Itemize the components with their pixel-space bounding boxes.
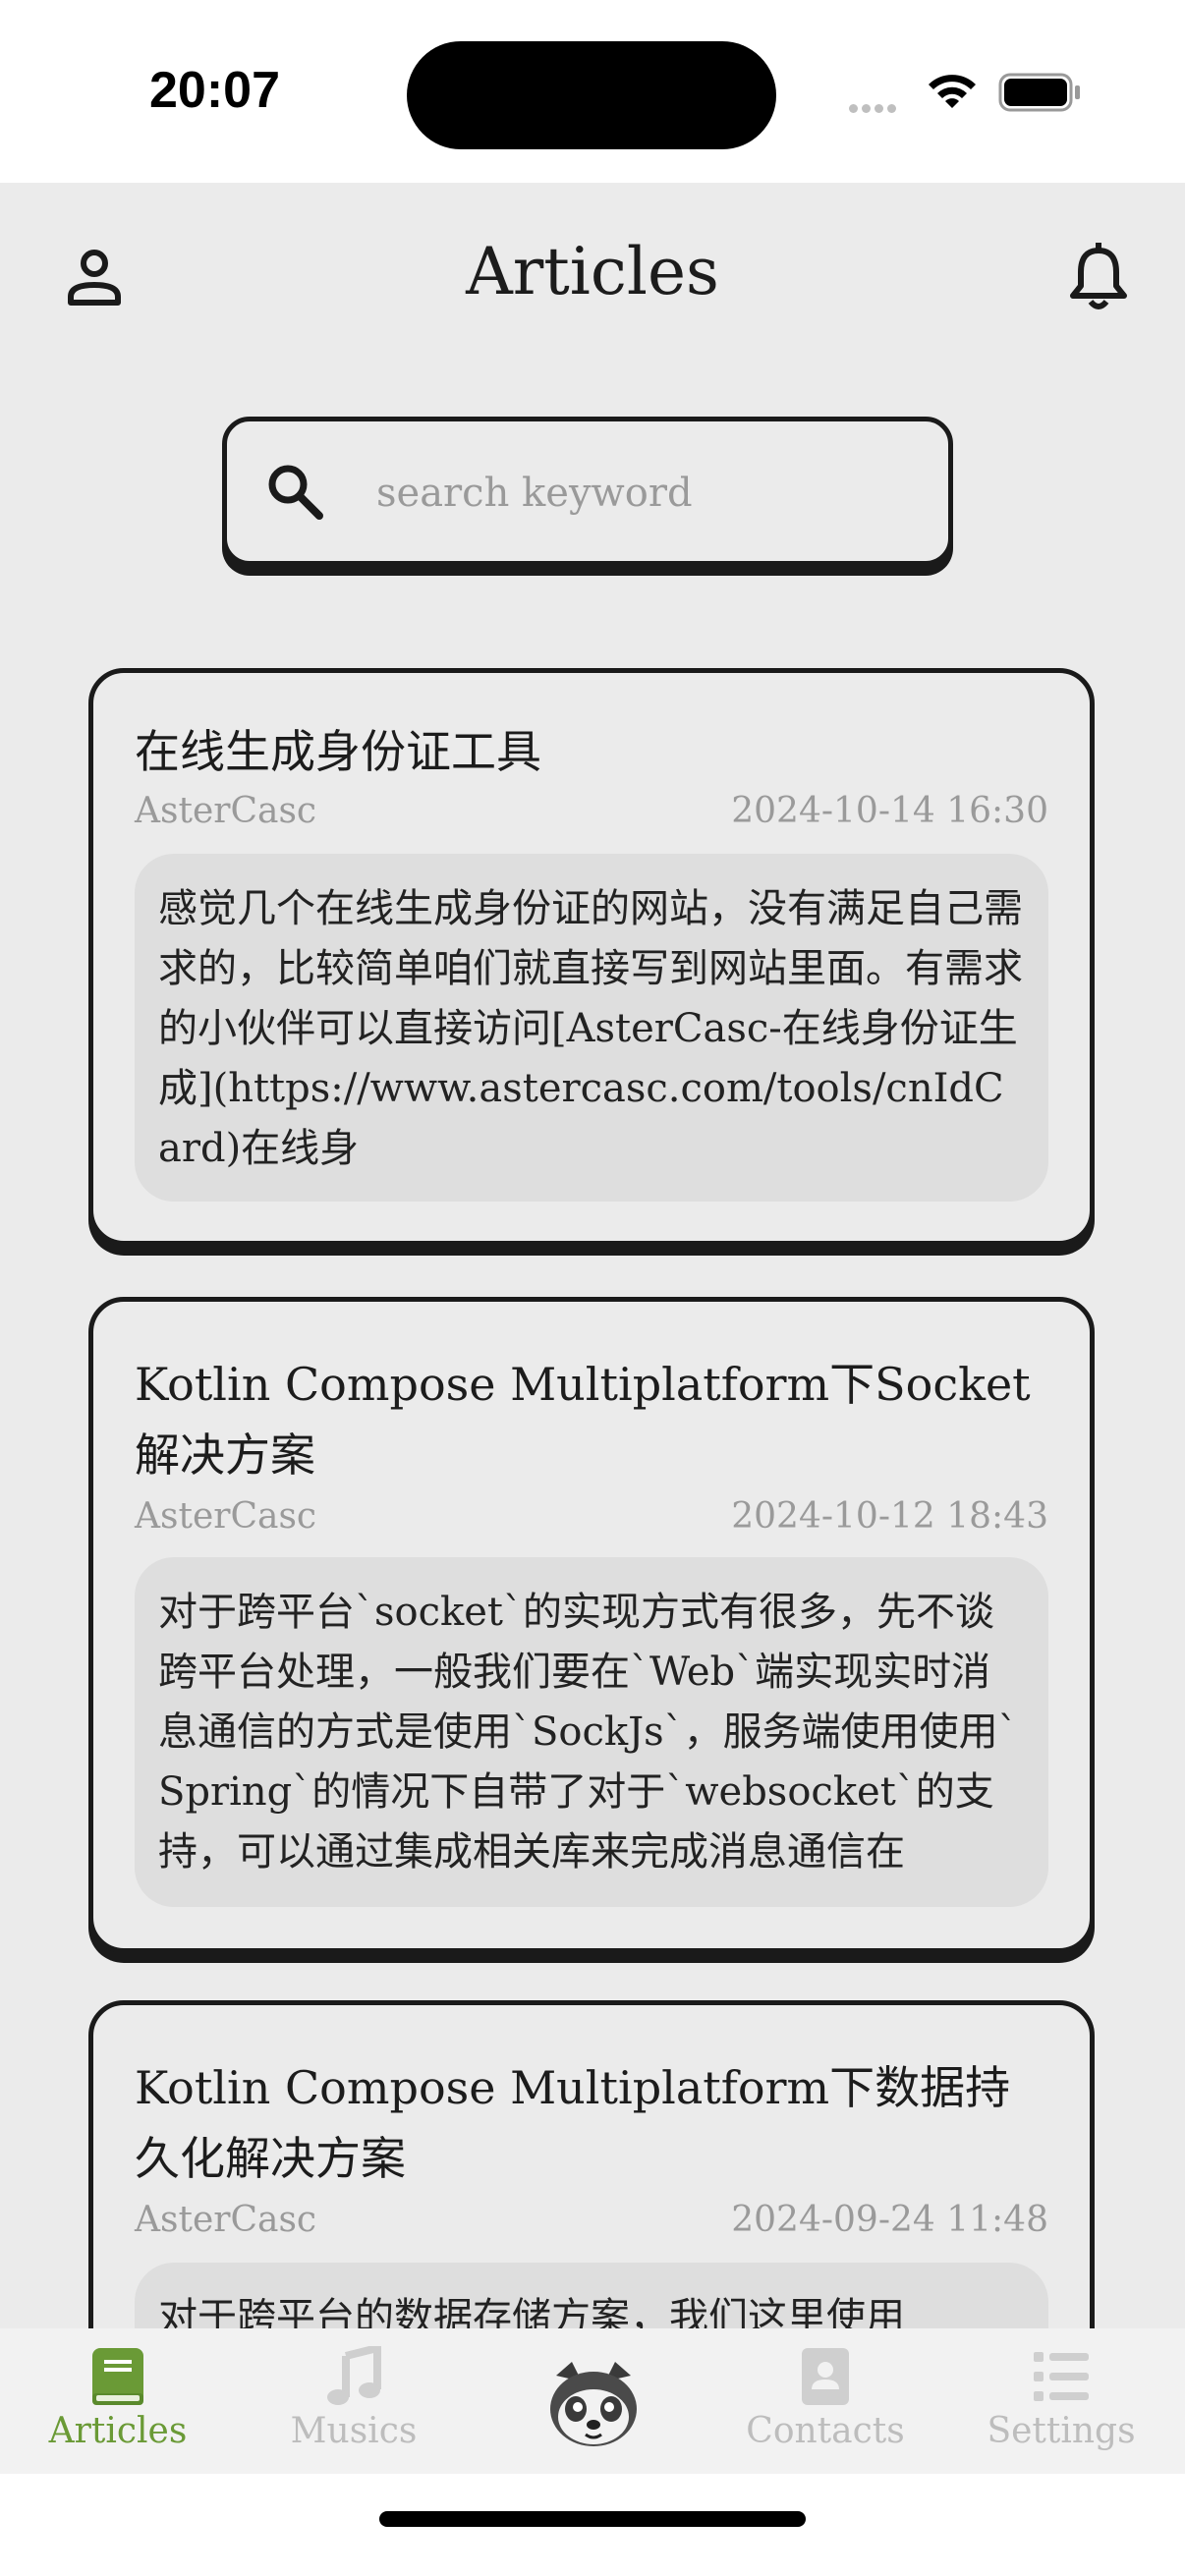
article-date: 2024-09-24 11:48 [731,2200,1048,2240]
page-title: Articles [466,234,719,309]
search-box[interactable] [222,417,953,566]
wifi-icon [929,75,976,108]
tab-label: Musics [290,2411,418,2451]
status-time: 20:07 [149,62,280,119]
dynamic-island [407,41,776,149]
book-icon [92,2348,143,2405]
tab-label: Contacts [746,2411,905,2451]
home-indicator[interactable] [379,2511,806,2527]
battery-icon [998,73,1080,112]
tab-mascot[interactable] [472,2328,707,2474]
red-panda-mascot-icon [550,2362,637,2446]
tab-contacts[interactable]: Contacts [707,2328,943,2474]
article-author: AsterCasc [135,2200,317,2240]
tab-articles[interactable]: Articles [0,2328,236,2474]
tab-settings[interactable]: Settings [943,2328,1179,2474]
list-icon [1034,2352,1089,2401]
article-date: 2024-10-12 18:43 [731,1496,1048,1537]
top-app-bar: Articles [0,183,1185,369]
article-title: Kotlin Compose Multiplatform下数据持久化解决方案 [135,2061,1011,2185]
tab-label: Settings [987,2411,1136,2451]
article-title: Kotlin Compose Multiplatform下Socket解决方案 [135,1358,1031,1482]
notifications-button[interactable] [1063,242,1134,312]
article-card[interactable]: 在线生成身份证工具 AsterCasc 2024-10-14 16:30 感觉几… [88,668,1095,1246]
article-date: 2024-10-14 16:30 [731,791,1048,831]
status-bar: 20:07 [0,0,1185,183]
search-icon [268,465,323,520]
article-excerpt: 对于跨平台`socket`的实现方式有很多，先不谈跨平台处理，一般我们要在`We… [135,1557,1048,1907]
app-screen: Articles 在线生成身份证工具 AsterCasc 2024-10-14 … [0,183,1185,2474]
tab-label: Articles [48,2411,188,2451]
article-author: AsterCasc [135,1496,317,1537]
bell-icon [1070,243,1127,309]
cellular-signal-icon [849,98,900,117]
search-input[interactable] [374,453,909,533]
article-author: AsterCasc [135,791,317,831]
bottom-tab-bar: Articles Musics Contacts Settings [0,2328,1185,2474]
article-title: 在线生成身份证工具 [135,725,541,778]
article-excerpt: 感觉几个在线生成身份证的网站，没有满足自己需求的，比较简单咱们就直接写到网站里面… [135,854,1048,1202]
contact-card-icon [802,2348,849,2405]
home-indicator-area [0,2474,1185,2576]
article-card[interactable]: Kotlin Compose Multiplatform下Socket解决方案 … [88,1297,1095,1953]
tab-musics[interactable]: Musics [236,2328,472,2474]
music-note-icon [327,2346,381,2405]
